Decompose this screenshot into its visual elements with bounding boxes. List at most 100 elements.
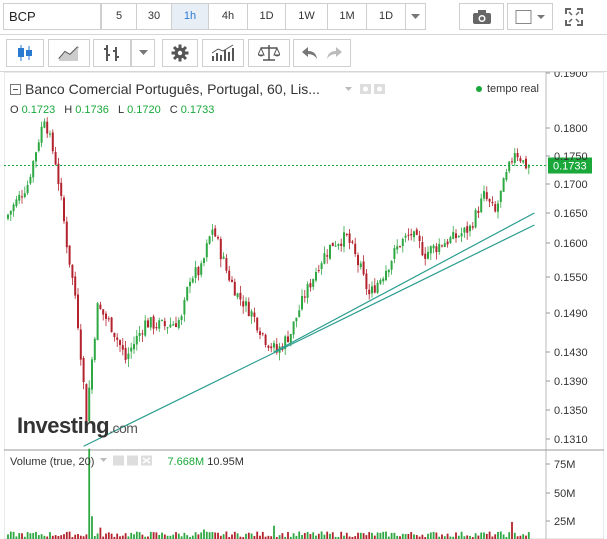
candle-body (133, 344, 135, 350)
settings-button[interactable] (162, 39, 198, 67)
volume-bar (175, 532, 177, 539)
volume-bar (513, 532, 516, 539)
candle (96, 301, 99, 341)
volume-bar (522, 534, 525, 539)
open-label: O (10, 104, 19, 116)
volume-bar (379, 532, 382, 539)
undo-icon[interactable] (301, 46, 318, 60)
candle-body (312, 279, 315, 287)
candle-body (469, 225, 471, 232)
candle (329, 244, 331, 261)
screenshot-button[interactable] (459, 3, 504, 30)
candle-body (105, 313, 107, 319)
interval-dropdown-arrow[interactable] (405, 3, 426, 30)
candle-body (340, 243, 343, 246)
candle-body (40, 126, 43, 143)
realtime-label: tempo real (487, 83, 539, 95)
volume-bar (135, 531, 138, 539)
compare-button[interactable] (248, 39, 290, 67)
candle-body (9, 210, 12, 215)
volume-bar (183, 532, 186, 539)
volume-bar (60, 535, 63, 539)
candle-body (460, 233, 463, 237)
candle-body (345, 234, 348, 236)
volume-settings-icon[interactable] (113, 455, 125, 466)
volume-bar (441, 534, 443, 539)
line-chart-button[interactable] (48, 39, 90, 67)
candle-body (455, 233, 457, 239)
candle-body (292, 321, 295, 335)
volume-bar (121, 535, 124, 539)
candle-body (477, 210, 480, 213)
volume-bar (376, 532, 379, 539)
interval-30[interactable]: 30 (136, 3, 172, 30)
volume-bar (261, 531, 264, 539)
volume-bar (222, 534, 225, 539)
candle-body (60, 182, 63, 196)
candle-body (376, 282, 379, 293)
candle-body (26, 185, 29, 194)
candle-body (331, 242, 334, 247)
volume-bar (413, 534, 415, 539)
candle (93, 336, 96, 363)
candle-body (239, 292, 242, 300)
volume-bar (158, 534, 161, 539)
candle-body (191, 278, 194, 283)
volume-bar (256, 531, 259, 539)
candle-body (382, 278, 385, 282)
interval-1m[interactable]: 1M (327, 3, 367, 30)
candle-body (351, 241, 354, 243)
volume-bar (499, 531, 502, 539)
volume-bar (217, 532, 219, 539)
interval-5[interactable]: 5 (101, 3, 137, 30)
volume-dropdown-icon[interactable] (100, 458, 108, 462)
collapse-icon[interactable] (10, 84, 21, 95)
volume-bar (124, 533, 127, 539)
candle-body (491, 202, 494, 204)
volume-bar (497, 531, 499, 539)
candle-body (457, 236, 460, 238)
candle-body (326, 255, 329, 257)
candle-body (96, 303, 99, 341)
indicators-button[interactable] (202, 39, 244, 67)
chart-style-button[interactable] (507, 3, 553, 30)
candle-body (12, 204, 15, 212)
interval-1d-dropdown[interactable]: 1D (366, 3, 406, 30)
volume-bar (525, 535, 527, 539)
candle-body (410, 233, 413, 236)
volume-bar (488, 531, 491, 539)
interval-1d[interactable]: 1D (247, 3, 286, 30)
chart-type-dropdown[interactable] (131, 39, 155, 67)
y-tick-label: 0.1310 (554, 434, 588, 446)
volume-bar (429, 532, 432, 539)
volume-bar (390, 532, 393, 539)
candle-body (21, 196, 23, 198)
price-chart[interactable]: 0.1733 0.1900 0.1800 0.1750 0.1700 0.1650 0.16… (4, 72, 604, 539)
candle-body (379, 280, 382, 284)
color-square-icon (515, 9, 545, 24)
candle-body (161, 319, 163, 321)
candle-body (270, 346, 273, 349)
fullscreen-button[interactable] (557, 3, 590, 30)
candle-body (320, 263, 323, 269)
candle-body (141, 333, 144, 335)
volume-hide-icon[interactable] (127, 455, 139, 466)
volume-bar (329, 533, 331, 539)
interval-1w[interactable]: 1W (285, 3, 328, 30)
volume-bar (312, 532, 315, 539)
redo-icon[interactable] (326, 46, 343, 60)
volume-bar (54, 535, 57, 539)
chevron-down-icon (138, 50, 148, 55)
interval-1h[interactable]: 1h (171, 3, 209, 30)
candle-body (511, 161, 513, 163)
interval-4h[interactable]: 4h (208, 3, 248, 30)
candle-body (175, 323, 177, 327)
candle-body (317, 270, 320, 272)
candle-body (471, 226, 474, 228)
bars-button[interactable] (93, 39, 131, 67)
candles-button[interactable] (6, 39, 44, 67)
symbol-input[interactable]: BCP (3, 3, 101, 30)
candle-body (387, 269, 390, 273)
legend-dropdown-icon[interactable] (344, 87, 352, 91)
candle-body (82, 357, 85, 383)
